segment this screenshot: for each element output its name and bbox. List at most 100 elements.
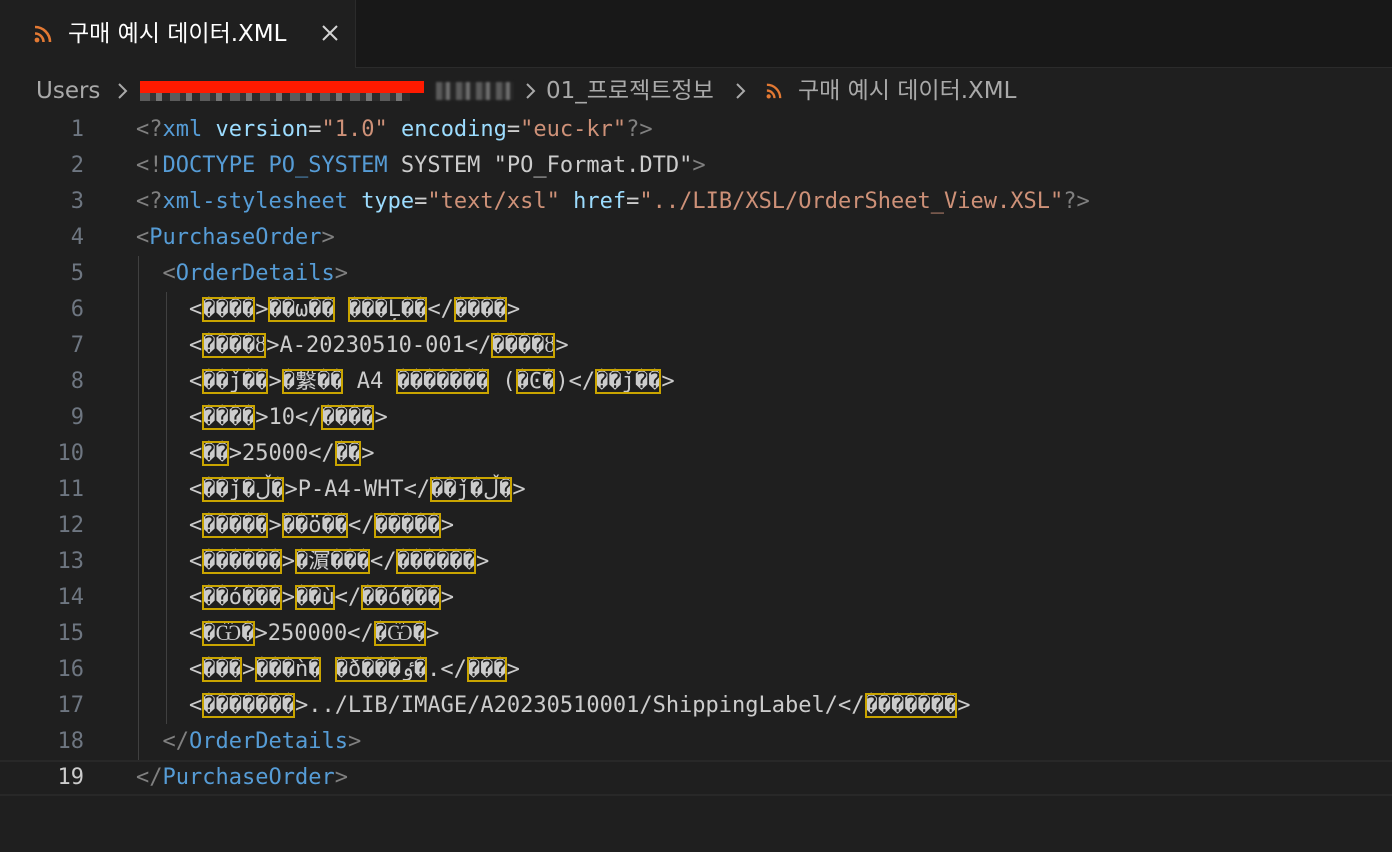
code-token: </: [369, 549, 397, 574]
code-token: >: [374, 405, 388, 430]
invalid-char-highlight: �繫��: [281, 369, 344, 394]
chevron-right-icon: [736, 83, 746, 99]
code-token: <?: [136, 117, 163, 142]
invalid-char-highlight: ����: [321, 405, 375, 430]
code-token: >: [475, 549, 490, 574]
invalid-char-highlight: ��ǰ��: [202, 369, 269, 394]
code-line[interactable]: 4 <PurchaseOrder>: [0, 220, 1392, 256]
tab-active-file[interactable]: 구매 예시 데이터.XML: [0, 0, 356, 68]
code-text[interactable]: <�������>../LIB/IMAGE/A20230510001/Shipp…: [136, 688, 970, 724]
code-token: >: [661, 369, 675, 394]
line-number: 12: [57, 513, 85, 538]
rss-icon: [34, 25, 52, 43]
code-token: PurchaseOrder: [162, 765, 335, 790]
code-line[interactable]: 8 <��ǰ��>�繫�� A4 ������� (�Ͼ�)</��ǰ��>: [0, 364, 1392, 400]
line-number: 18: [57, 729, 85, 754]
code-token: =: [308, 117, 322, 142]
code-token: >: [321, 225, 335, 250]
code-token: .</: [427, 657, 467, 682]
invalid-char-highlight: �������: [396, 369, 490, 394]
code-token: OrderDetails: [175, 261, 335, 286]
code-line[interactable]: 6 <����>��ω�� ���L̦��</����>: [0, 292, 1392, 328]
invalid-char-highlight: ��: [334, 441, 362, 466]
code-token: >: [361, 441, 375, 466]
code-text[interactable]: <!DOCTYPE PO_SYSTEM SYSTEM "PO_Format.DT…: [136, 148, 706, 184]
code-token: >: [957, 693, 971, 718]
code-token: version: [215, 117, 309, 142]
code-text[interactable]: <��ǰ�ڵ�>P-A4-WHT</��ǰ�ڵ�>: [136, 472, 526, 508]
line-number: 13: [57, 549, 85, 574]
invalid-char-highlight: ��ǰ�ڵ�: [202, 477, 285, 502]
code-token: >: [255, 297, 269, 322]
code-token: </: [427, 297, 454, 322]
code-text[interactable]: <PurchaseOrder>: [136, 220, 335, 256]
code-text[interactable]: <��ǰ��>�繫�� A4 ������� (�Ͼ�)</��ǰ��>: [136, 364, 675, 400]
code-text[interactable]: <?xml version="1.0" encoding="euc-kr"?>: [136, 112, 653, 148]
invalid-char-highlight: �������: [202, 693, 295, 718]
code-line[interactable]: 1 <?xml version="1.0" encoding="euc-kr"?>: [0, 112, 1392, 148]
code-token: </: [334, 585, 362, 610]
invalid-char-highlight: �������: [864, 693, 958, 718]
code-line[interactable]: 2 <!DOCTYPE PO_SYSTEM SYSTEM "PO_Format.D…: [0, 148, 1392, 184]
code-token: >: [281, 549, 295, 574]
code-text[interactable]: <����ȣ>A-20230510-001</����ȣ>: [136, 328, 569, 364]
code-line[interactable]: 3 <?xml-stylesheet type="text/xsl" href="…: [0, 184, 1392, 220]
code-line[interactable]: 19 </PurchaseOrder>: [0, 760, 1392, 796]
code-text[interactable]: </PurchaseOrder>: [136, 762, 348, 794]
code-token: OrderDetails: [189, 729, 348, 754]
code-token: <: [136, 405, 203, 430]
code-line[interactable]: 18 </OrderDetails>: [0, 724, 1392, 760]
code-token: </: [162, 729, 190, 754]
line-number: 1: [70, 117, 84, 142]
close-icon[interactable]: [318, 21, 342, 45]
code-line[interactable]: 16 <���>���ǹ� �ð���ٶ�.</���>: [0, 652, 1392, 688]
redacted-path-segment-2: [436, 82, 514, 100]
line-number: 15: [57, 621, 85, 646]
code-token: href: [573, 189, 627, 214]
code-line[interactable]: 9 <����>10</����>: [0, 400, 1392, 436]
code-token: >: [506, 297, 521, 322]
code-token: >P-A4-WHT</: [284, 477, 431, 502]
breadcrumb-item-users[interactable]: Users: [36, 76, 100, 106]
code-token: >10</: [255, 405, 322, 430]
code-token: >: [692, 153, 706, 178]
code-token: "euc-kr": [520, 117, 627, 142]
code-text[interactable]: <��>25000</��>: [136, 436, 374, 472]
code-editor[interactable]: 1 <?xml version="1.0" encoding="euc-kr"?>…: [0, 112, 1392, 852]
line-number: 16: [57, 657, 85, 682]
code-token: <: [136, 333, 203, 358]
code-token: >: [268, 369, 282, 394]
code-text[interactable]: </OrderDetails>: [136, 724, 362, 760]
breadcrumb-item-file[interactable]: 구매 예시 데이터.XML: [798, 76, 1016, 106]
code-text[interactable]: <OrderDetails>: [136, 256, 348, 292]
code-text[interactable]: <?xml-stylesheet type="text/xsl" href=".…: [136, 184, 1090, 220]
code-line[interactable]: 12 <�����>��ö��</�����>: [0, 508, 1392, 544]
invalid-char-highlight: ������: [396, 549, 476, 574]
code-line[interactable]: 17 <�������>../LIB/IMAGE/A20230510001/Sh…: [0, 688, 1392, 724]
code-text[interactable]: <����>��ω�� ���L̦��</����>: [136, 292, 520, 328]
code-text[interactable]: <�Ѿ�>250000</�Ѿ�>: [136, 616, 439, 652]
line-number: 2: [70, 153, 84, 178]
line-number: 7: [70, 333, 84, 358]
code-line[interactable]: 11 <��ǰ�ڵ�>P-A4-WHT</��ǰ�ڵ�>: [0, 472, 1392, 508]
code-text[interactable]: <��ó���>��ù</��ó���>: [136, 580, 454, 616]
code-token: <: [136, 225, 150, 250]
code-token: >250000</: [254, 621, 374, 646]
code-line[interactable]: 15 <�Ѿ�>250000</�Ѿ�>: [0, 616, 1392, 652]
code-text[interactable]: <�����>��ö��</�����>: [136, 508, 454, 544]
code-line[interactable]: 10 <��>25000</��>: [0, 436, 1392, 472]
code-text[interactable]: <������>�濵���</������>: [136, 544, 489, 580]
invalid-char-highlight: ��ǰ��: [595, 369, 662, 394]
code-text[interactable]: <����>10</����>: [136, 400, 388, 436]
code-line[interactable]: 13 <������>�濵���</������>: [0, 544, 1392, 580]
code-token: <: [136, 549, 203, 574]
code-token: >: [334, 765, 348, 790]
breadcrumb-item-project-folder[interactable]: 01_프로젝트정보: [546, 76, 714, 106]
code-line[interactable]: 7 <����ȣ>A-20230510-001</����ȣ>: [0, 328, 1392, 364]
code-text[interactable]: <���>���ǹ� �ð���ٶ�.</���>: [136, 652, 520, 688]
line-number: 14: [57, 585, 85, 610]
code-line[interactable]: 14 <��ó���>��ù</��ó���>: [0, 580, 1392, 616]
code-line[interactable]: 5 <OrderDetails>: [0, 256, 1392, 292]
